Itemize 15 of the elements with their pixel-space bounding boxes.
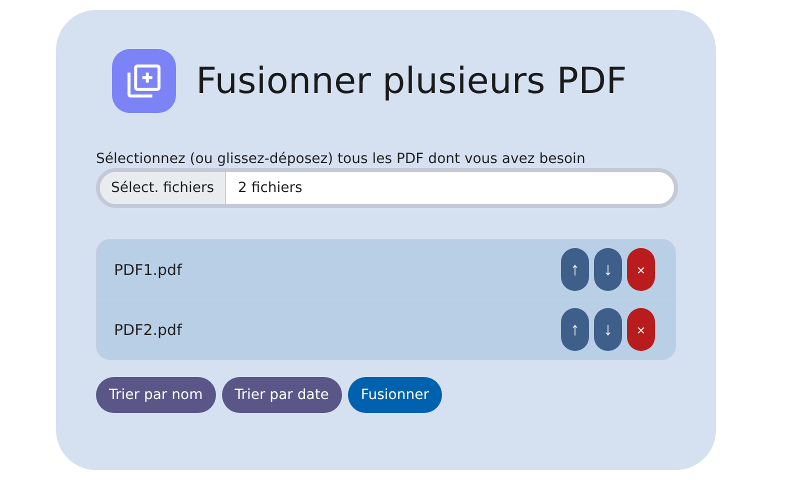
app-icon [112,49,176,113]
file-name: PDF1.pdf [114,260,184,278]
remove-button[interactable]: × [627,308,655,351]
sort-button[interactable]: Trier par nom [96,377,216,413]
move-button[interactable]: ↓ [594,248,622,291]
merge-button[interactable]: Fusionner [348,377,442,413]
remove-button[interactable]: × [627,248,655,291]
file-input[interactable]: Sélect. fichiers 2 fichiers [96,168,678,208]
sort-button[interactable]: Trier par date [222,377,342,413]
move-button[interactable]: ↑ [561,248,589,291]
move-button[interactable]: ↑ [561,308,589,351]
file-name: PDF2.pdf [114,320,184,338]
move-button[interactable]: ↓ [594,308,622,351]
page-title: Fusionner plusieurs PDF [196,60,627,102]
file-input-label: Sélectionnez (ou glissez-déposez) tous les PDF dont vous avez besoin [96,151,586,167]
